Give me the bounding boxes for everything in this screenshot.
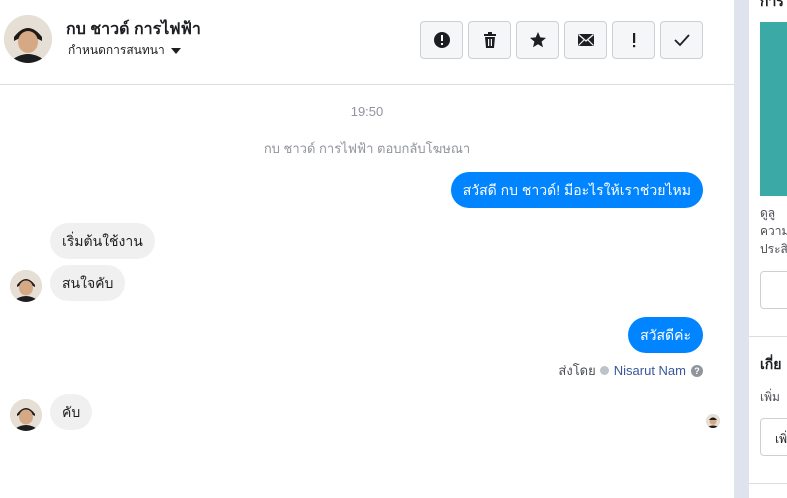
contact-avatar-small	[10, 270, 42, 302]
section-subtitle: เพิ่ม	[760, 390, 780, 404]
check-circle-icon	[599, 366, 609, 375]
alert-circle-icon	[433, 32, 450, 48]
conversation-header: กบ ชาวด์ การไฟฟ้า กำหนดการสนทนา	[0, 0, 734, 85]
star-button[interactable]	[516, 21, 559, 59]
panel-title: การ	[760, 0, 784, 9]
ad-preview-image[interactable]	[760, 22, 787, 196]
incoming-message[interactable]: สนใจคับ	[50, 265, 126, 301]
sent-by-info: ส่งโดย Nisarut Nam ?	[558, 360, 703, 381]
checkmark-icon	[673, 34, 690, 47]
outgoing-message[interactable]: สวัสดี กบ ชาวด์! มีอะไรให้เราช่วยไหม	[450, 172, 703, 208]
panel-description-line: ประสิ	[760, 242, 787, 256]
done-button[interactable]	[660, 21, 703, 59]
divider	[749, 483, 787, 484]
panel-description-line: ดูลู	[760, 206, 776, 220]
section-title: เกี่ย	[760, 356, 782, 372]
sender-name-link[interactable]: Nisarut Nam	[614, 363, 686, 378]
message-timestamp: 19:50	[350, 104, 384, 119]
panel-action-button[interactable]	[760, 271, 787, 309]
panel-description: ดูลู ความ ประสิ	[760, 204, 787, 258]
seen-avatar-indicator	[706, 414, 720, 428]
star-icon	[529, 32, 546, 48]
contact-avatar[interactable]	[4, 15, 52, 63]
report-button[interactable]	[420, 21, 463, 59]
right-info-panel: การ ดูลู ความ ประสิ เกี่ย เพิ่ม เพิ่	[749, 0, 787, 498]
exclamation-icon	[632, 33, 635, 48]
panel-divider	[734, 0, 749, 498]
divider	[749, 336, 787, 337]
delete-button[interactable]	[468, 21, 511, 59]
incoming-message[interactable]: คับ	[50, 394, 93, 430]
incoming-message[interactable]: เริ่มต้นใช้งาน	[50, 223, 155, 259]
help-icon[interactable]: ?	[691, 364, 703, 377]
sent-by-label: ส่งโดย	[558, 363, 596, 378]
add-button[interactable]: เพิ่	[760, 418, 787, 456]
conversation-toolbar	[420, 21, 708, 59]
caret-down-icon	[170, 47, 181, 54]
conversation-schedule-dropdown[interactable]: กำหนดการสนทนา	[68, 41, 181, 60]
contact-avatar-small	[10, 399, 42, 431]
mark-unread-button[interactable]	[564, 21, 607, 59]
envelope-icon	[577, 33, 594, 46]
trash-icon	[483, 32, 496, 48]
conversation-schedule-label: กำหนดการสนทนา	[68, 43, 165, 57]
system-note: กบ ชาวด์ การไฟฟ้า ตอบกลับโฆษณา	[263, 141, 471, 156]
panel-description-line: ความ	[760, 224, 787, 238]
contact-name: กบ ชาวด์ การไฟฟ้า	[66, 21, 201, 38]
outgoing-message[interactable]: สวัสดีค่ะ	[628, 317, 703, 353]
message-thread: 19:50 กบ ชาวด์ การไฟฟ้า ตอบกลับโฆษณา สวั…	[0, 86, 734, 498]
important-button[interactable]	[612, 21, 655, 59]
